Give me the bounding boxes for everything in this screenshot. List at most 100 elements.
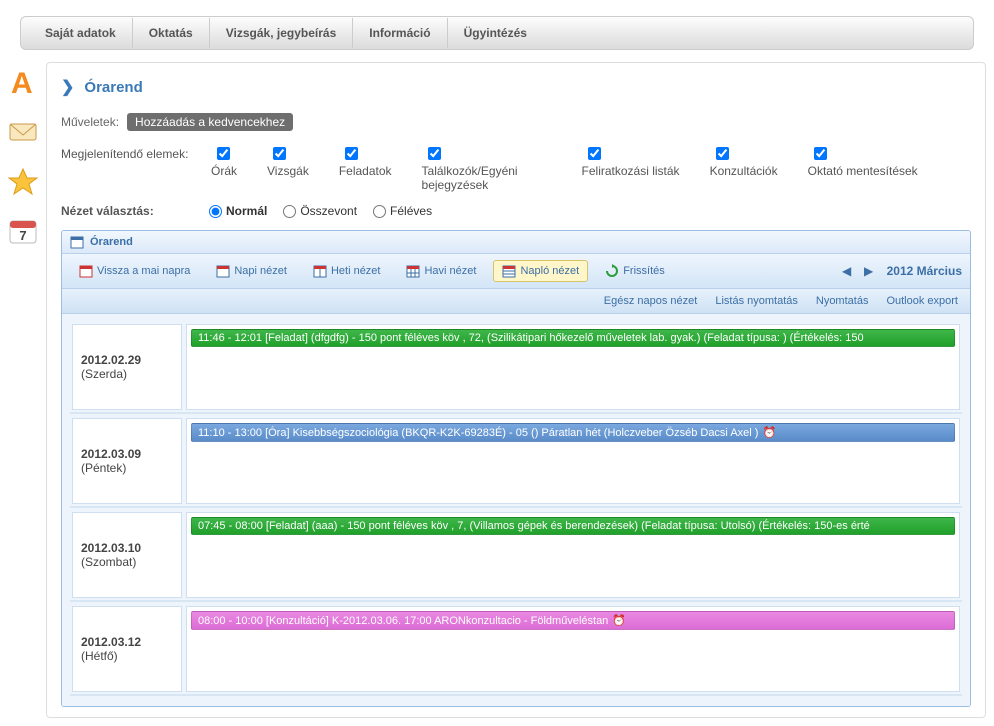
day-date: 2012.03.09 bbox=[81, 447, 173, 461]
next-period-button[interactable]: ▶ bbox=[861, 263, 877, 279]
filter-checkbox[interactable] bbox=[217, 147, 230, 160]
nav-item[interactable]: Saját adatok bbox=[29, 18, 133, 48]
view-radio-label: Összevont bbox=[300, 204, 357, 218]
day-row: 2012.03.10(Szombat) 07:45 - 08:00 [Felada… bbox=[70, 510, 962, 602]
filter-row-label: Megjelenítendő elemek: bbox=[61, 147, 191, 192]
diary-view-button[interactable]: Napló nézet bbox=[493, 260, 588, 282]
day-weekday: (Szerda) bbox=[81, 367, 173, 381]
filter-option: Oktató mentesítések bbox=[808, 147, 918, 192]
day-header-cell: 2012.03.12(Hétfő) bbox=[72, 606, 182, 692]
event-bar[interactable]: 11:10 - 13:00 [Óra] Kisebbségszociológia… bbox=[191, 423, 955, 442]
view-radio-option[interactable]: Normál bbox=[209, 204, 267, 218]
page-header: ❯ Órarend bbox=[61, 73, 971, 107]
calendar-body: 2012.02.29(Szerda) 11:46 - 12:01 [Feladat… bbox=[62, 314, 970, 706]
calendar-icon bbox=[70, 235, 84, 249]
outlook-export-button[interactable]: Outlook export bbox=[882, 293, 962, 309]
operations-row: Műveletek: Hozzáadás a kedvencekhez bbox=[61, 107, 971, 137]
event-bar[interactable]: 11:46 - 12:01 [Feladat] (dfgdfg) - 150 p… bbox=[191, 329, 955, 347]
calendar-panel: Órarend Vissza a mai napra Napi nézet He… bbox=[61, 230, 971, 707]
calendar-icon bbox=[502, 264, 516, 278]
filter-label: Feladatok bbox=[339, 164, 392, 178]
letter-a-icon[interactable]: A bbox=[7, 66, 39, 98]
view-radio[interactable] bbox=[283, 205, 296, 218]
star-icon[interactable] bbox=[7, 166, 39, 198]
calendar-icon bbox=[216, 264, 230, 278]
svg-text:7: 7 bbox=[19, 228, 26, 243]
nav-item[interactable]: Vizsgák, jegybeírás bbox=[210, 18, 354, 48]
filter-label: Találkozók/Egyéni bejegyzések bbox=[422, 164, 552, 192]
filter-label: Feliratkozási listák bbox=[582, 164, 680, 178]
view-radio[interactable] bbox=[209, 205, 222, 218]
refresh-icon bbox=[605, 264, 619, 278]
mail-icon[interactable] bbox=[7, 116, 39, 148]
filter-label: Vizsgák bbox=[267, 164, 309, 178]
print-list-button[interactable]: Listás nyomtatás bbox=[711, 293, 802, 309]
current-period: 2012 Március bbox=[887, 264, 962, 278]
filter-option: Találkozók/Egyéni bejegyzések bbox=[422, 147, 552, 192]
filter-row: Megjelenítendő elemek: Órák Vizsgák Felada… bbox=[61, 137, 971, 198]
calendar-day-icon[interactable]: 7 bbox=[7, 216, 39, 248]
side-icon-bar: A 7 bbox=[0, 58, 46, 726]
today-button[interactable]: Vissza a mai napra bbox=[70, 260, 199, 282]
filter-label: Órák bbox=[211, 164, 237, 178]
calendar-toolbar: Vissza a mai napra Napi nézet Heti nézet… bbox=[62, 254, 970, 289]
filter-checkbox[interactable] bbox=[345, 147, 358, 160]
view-select-row: Nézet választás: Normál Összevont Féléves bbox=[61, 198, 971, 230]
operations-label: Műveletek: bbox=[61, 115, 119, 129]
day-view-button[interactable]: Napi nézet bbox=[207, 260, 296, 282]
allday-view-button[interactable]: Egész napos nézet bbox=[600, 293, 702, 309]
view-radio-label: Normál bbox=[226, 204, 267, 218]
view-select-label: Nézet választás: bbox=[61, 204, 191, 218]
day-header-cell: 2012.03.09(Péntek) bbox=[72, 418, 182, 504]
view-radio-option[interactable]: Féléves bbox=[373, 204, 432, 218]
day-row: 2012.02.29(Szerda) 11:46 - 12:01 [Feladat… bbox=[70, 322, 962, 414]
day-header-cell: 2012.03.10(Szombat) bbox=[72, 512, 182, 598]
prev-period-button[interactable]: ◀ bbox=[839, 263, 855, 279]
view-radio[interactable] bbox=[373, 205, 386, 218]
svg-text:A: A bbox=[11, 67, 33, 97]
calendar-icon bbox=[313, 264, 327, 278]
day-date: 2012.02.29 bbox=[81, 353, 173, 367]
calendar-panel-title: Órarend bbox=[62, 231, 970, 254]
add-to-favorites-button[interactable]: Hozzáadás a kedvencekhez bbox=[127, 113, 293, 131]
nav-item[interactable]: Információ bbox=[353, 18, 447, 48]
filter-option: Vizsgák bbox=[267, 147, 309, 192]
filter-option: Feladatok bbox=[339, 147, 392, 192]
event-bar[interactable]: 08:00 - 10:00 [Konzultáció] K-2012.03.06… bbox=[191, 611, 955, 630]
day-date: 2012.03.12 bbox=[81, 635, 173, 649]
refresh-button[interactable]: Frissítés bbox=[596, 260, 674, 282]
filter-label: Oktató mentesítések bbox=[808, 164, 918, 178]
chevron-right-icon: ❯ bbox=[61, 77, 74, 97]
page-title: Órarend bbox=[84, 79, 142, 96]
filter-label: Konzultációk bbox=[710, 164, 778, 178]
day-header-cell: 2012.02.29(Szerda) bbox=[72, 324, 182, 410]
week-view-button[interactable]: Heti nézet bbox=[304, 260, 390, 282]
month-view-button[interactable]: Havi nézet bbox=[397, 260, 485, 282]
filter-checkbox[interactable] bbox=[588, 147, 601, 160]
filter-option: Konzultációk bbox=[710, 147, 778, 192]
clock-icon: ⏰ bbox=[762, 426, 776, 439]
day-events-cell: 07:45 - 08:00 [Feladat] (aaa) - 150 pont… bbox=[186, 512, 960, 598]
day-events-cell: 11:46 - 12:01 [Feladat] (dfgdfg) - 150 p… bbox=[186, 324, 960, 410]
filter-checkbox[interactable] bbox=[814, 147, 827, 160]
filter-checkbox[interactable] bbox=[273, 147, 286, 160]
day-weekday: (Hétfő) bbox=[81, 649, 173, 663]
calendar-icon bbox=[406, 264, 420, 278]
print-button[interactable]: Nyomtatás bbox=[812, 293, 873, 309]
day-weekday: (Szombat) bbox=[81, 555, 173, 569]
filter-checkbox[interactable] bbox=[428, 147, 441, 160]
view-radio-option[interactable]: Összevont bbox=[283, 204, 357, 218]
day-events-cell: 08:00 - 10:00 [Konzultáció] K-2012.03.06… bbox=[186, 606, 960, 692]
day-events-cell: 11:10 - 13:00 [Óra] Kisebbségszociológia… bbox=[186, 418, 960, 504]
event-bar[interactable]: 07:45 - 08:00 [Feladat] (aaa) - 150 pont… bbox=[191, 517, 955, 535]
main-panel: ❯ Órarend Műveletek: Hozzáadás a kedvenc… bbox=[46, 62, 986, 718]
day-row: 2012.03.09(Péntek) 11:10 - 13:00 [Óra] Ki… bbox=[70, 416, 962, 508]
nav-item[interactable]: Oktatás bbox=[133, 18, 210, 48]
calendar-icon bbox=[79, 264, 93, 278]
filter-option: Órák bbox=[211, 147, 237, 192]
filter-checkbox[interactable] bbox=[716, 147, 729, 160]
nav-item[interactable]: Ügyintézés bbox=[448, 18, 543, 48]
day-weekday: (Péntek) bbox=[81, 461, 173, 475]
clock-icon: ⏰ bbox=[612, 614, 626, 627]
day-row: 2012.03.12(Hétfő) 08:00 - 10:00 [Konzultá… bbox=[70, 604, 962, 696]
